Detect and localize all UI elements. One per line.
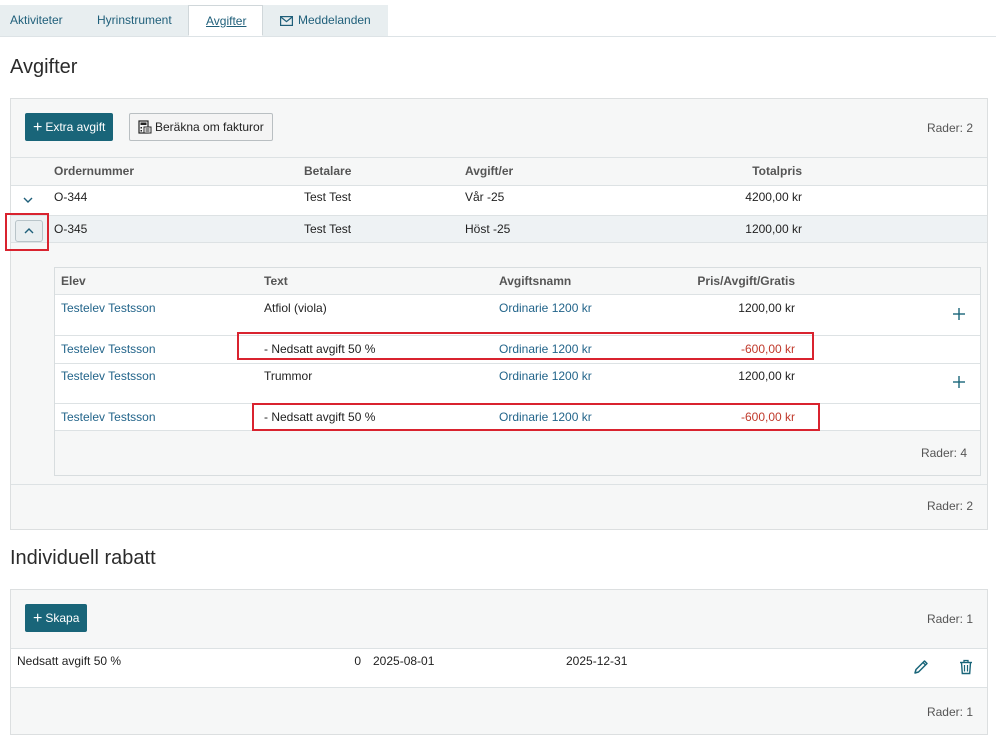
payer: Test Test: [304, 222, 352, 236]
create-label: Skapa: [45, 611, 80, 625]
end-date: 2025-12-31: [566, 654, 628, 668]
tab-label: Aktiviteter: [10, 13, 63, 27]
column-header-order: Ordernummer: [54, 164, 135, 178]
divider: [11, 484, 987, 485]
tab-avgifter[interactable]: Avgifter: [188, 5, 263, 36]
tab-hyrinstrument[interactable]: Hyrinstrument: [87, 5, 182, 36]
total-price: 1200,00 kr: [745, 222, 802, 236]
recalc-invoices-button[interactable]: Beräkna om fakturor: [129, 113, 273, 141]
add-discount-button[interactable]: [952, 375, 966, 392]
section-title-discount: Individuell rabatt: [10, 547, 156, 569]
discount-name: Nedsatt avgift 50 %: [17, 654, 122, 668]
expand-row-button[interactable]: [22, 194, 34, 208]
start-date: 2025-08-01: [373, 654, 435, 668]
plus-icon: +: [33, 119, 43, 136]
add-discount-button[interactable]: [952, 307, 966, 324]
create-button[interactable]: + Skapa: [25, 604, 88, 632]
fee-text: Atfiol (viola): [264, 301, 327, 315]
pencil-icon: [914, 660, 928, 674]
payer: Test Test: [304, 190, 352, 204]
edit-button[interactable]: [913, 659, 929, 678]
rows-count: Rader: 2: [926, 121, 973, 135]
order-number: O-345: [54, 222, 88, 236]
extra-fee-button[interactable]: + Extra avgift: [25, 113, 114, 141]
order-number: O-344: [54, 190, 88, 204]
plus-icon: +: [33, 610, 43, 627]
envelope-icon: [280, 16, 294, 27]
price: 1200,00 kr: [738, 301, 795, 315]
delete-button[interactable]: [959, 659, 973, 678]
column-header-total: Totalpris: [752, 164, 802, 178]
price: 1200,00 kr: [738, 369, 795, 383]
highlight-box: [237, 332, 814, 360]
section-title-avgifter: Avgifter: [10, 56, 78, 78]
detail-header-student: Elev: [61, 274, 86, 288]
fee: Vår -25: [465, 190, 505, 204]
table-row: [11, 648, 987, 688]
tab-aktiviteter[interactable]: Aktiviteter: [0, 5, 73, 36]
fee: Höst -25: [465, 222, 511, 236]
student-link[interactable]: Testelev Testsson: [61, 342, 156, 356]
chevron-up-icon: [24, 228, 34, 234]
detail-header-text: Text: [264, 274, 288, 288]
extra-fee-label: Extra avgift: [45, 120, 106, 134]
detail-header-price: Pris/Avgift/Gratis: [697, 274, 795, 288]
column-header-fee: Avgift/er: [465, 164, 514, 178]
rows-count: Rader: 2: [926, 499, 973, 513]
student-link[interactable]: Testelev Testsson: [61, 369, 156, 383]
highlight-box: [252, 403, 820, 431]
plus-icon: [953, 376, 965, 388]
rows-count: Rader: 1: [926, 612, 973, 626]
student-link[interactable]: Testelev Testsson: [61, 410, 156, 424]
recalc-label: Beräkna om fakturor: [155, 120, 264, 134]
tab-meddelanden[interactable]: Meddelanden: [270, 5, 381, 36]
tab-label: Avgifter: [206, 14, 247, 28]
discount-value: 0: [354, 654, 361, 668]
collapse-row-button[interactable]: [15, 220, 43, 242]
trash-icon: [960, 659, 972, 675]
calculator-icon: [138, 120, 152, 134]
plus-icon: [953, 308, 965, 320]
total-price: 4200,00 kr: [745, 190, 802, 204]
column-header-payer: Betalare: [304, 164, 352, 178]
rows-count: Rader: 1: [926, 705, 973, 719]
chevron-down-icon: [23, 197, 33, 203]
fee-text: Trummor: [264, 369, 313, 383]
tab-label: Meddelanden: [298, 13, 371, 27]
rows-count: Rader: 4: [920, 446, 967, 460]
fee-name-link[interactable]: Ordinarie 1200 kr: [499, 369, 592, 383]
fee-name-link[interactable]: Ordinarie 1200 kr: [499, 301, 592, 315]
detail-header-fee-name: Avgiftsnamn: [499, 274, 572, 288]
student-link[interactable]: Testelev Testsson: [61, 301, 156, 315]
tab-label: Hyrinstrument: [97, 13, 172, 27]
